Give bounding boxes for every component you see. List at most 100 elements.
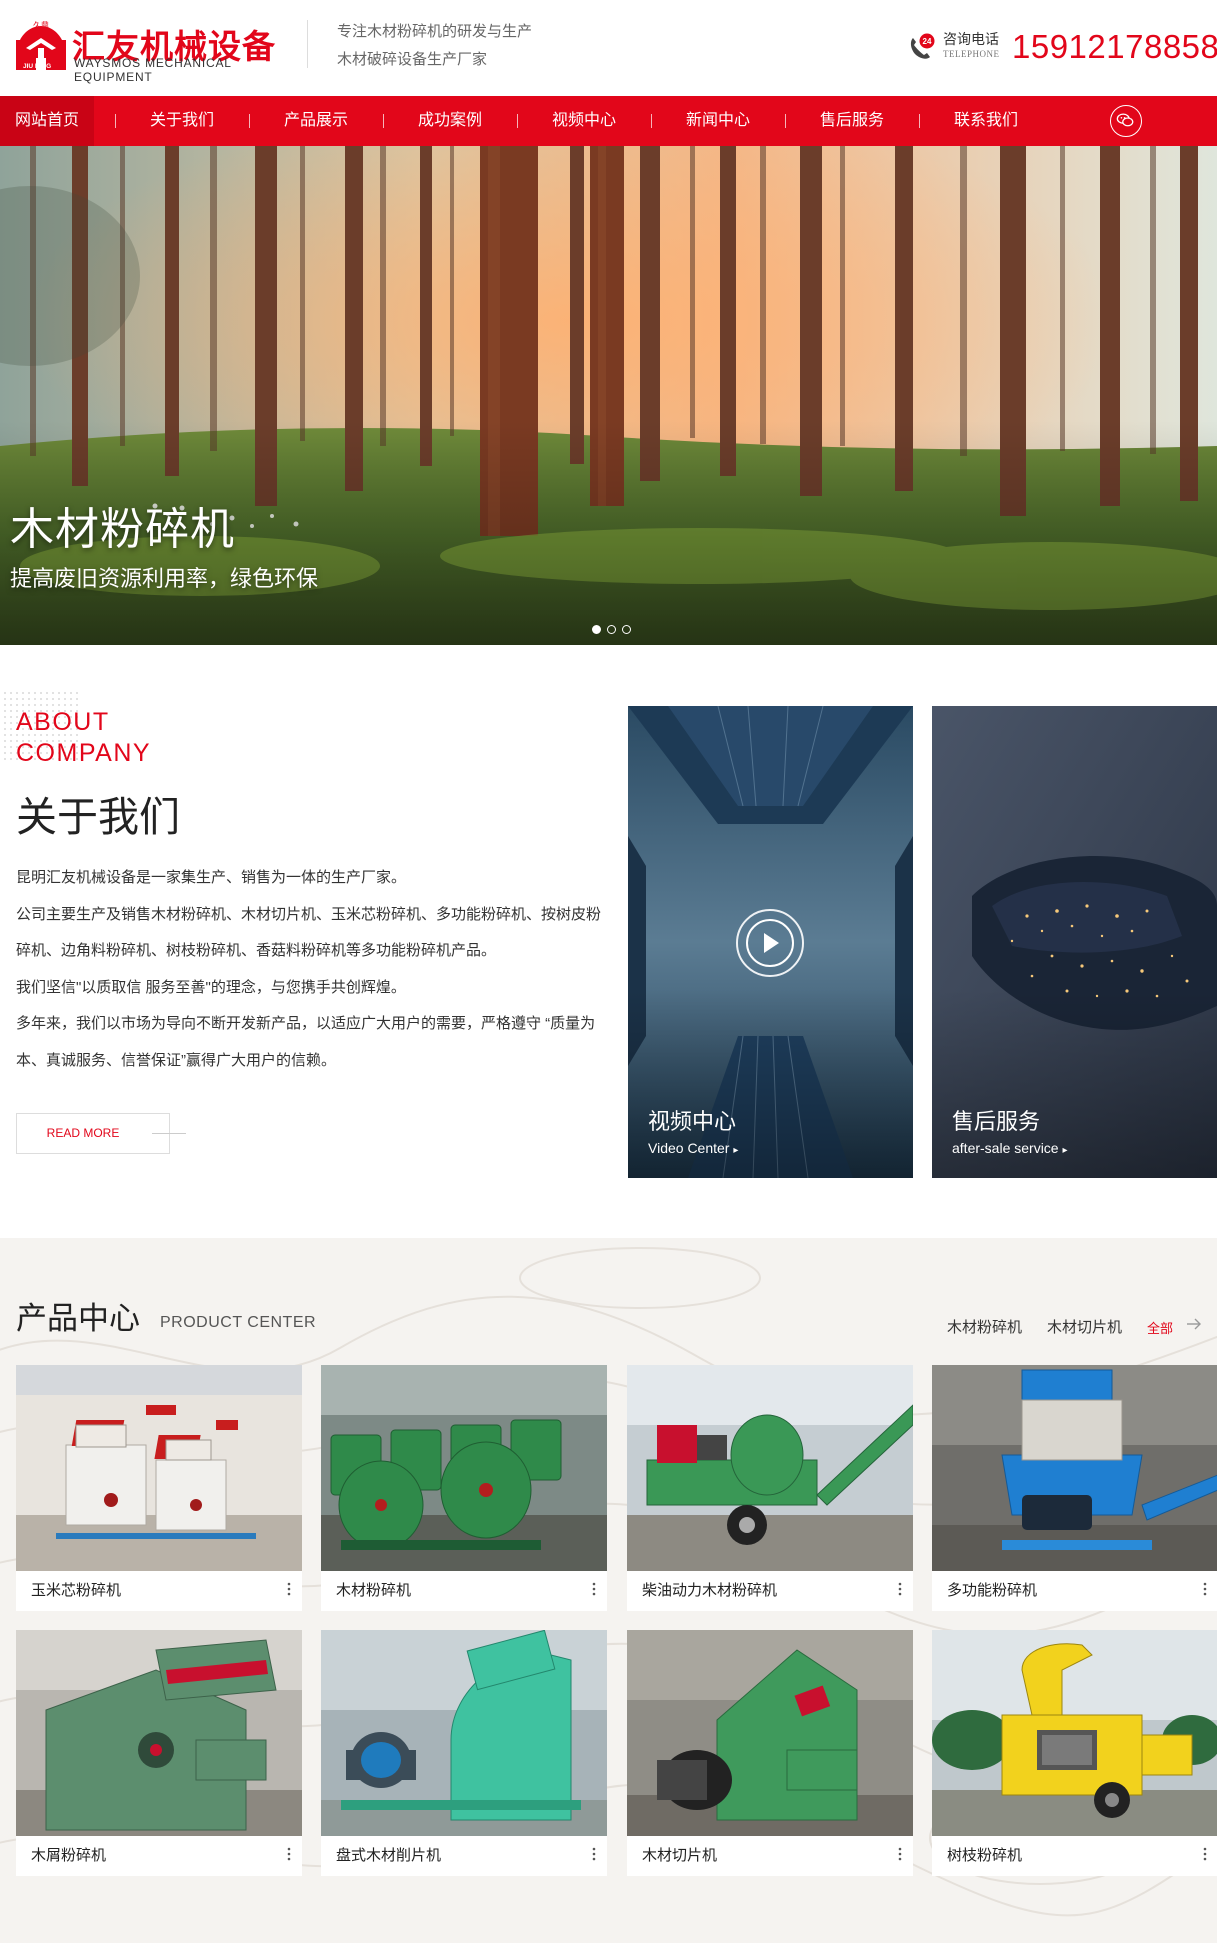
product-image [627,1630,913,1836]
about-title: 关于我们 [16,794,180,840]
product-card[interactable]: 木材粉碎机 [321,1365,607,1611]
hotline-number[interactable]: 15912178858 [1012,28,1217,66]
nav-item-news[interactable]: 新闻中心 [670,96,766,146]
read-more-line [152,1133,186,1134]
banner-pagination [592,625,634,637]
hotline-sublabel: TELEPHONE [943,49,1000,59]
after-sale-title: 售后服务 [952,1109,1041,1134]
product-card[interactable]: 多功能粉碎机 [932,1365,1217,1611]
product-center-section: 产品中心 PRODUCT CENTER 木材粉碎机 木材切片机 全部 玉米芯粉碎… [0,1238,1217,1943]
product-center-subtitle: PRODUCT CENTER [160,1314,317,1331]
slogan-line-1: 专注木材粉碎机的研发与生产 [337,23,533,40]
about-paragraph: 公司主要生产及销售木材粉碎机、木材切片机、玉米芯粉碎机、多功能粉碎机、按树皮粉碎… [16,905,602,960]
nav-item-video[interactable]: 视频中心 [536,96,632,146]
video-center-tile[interactable]: 视频中心 Video Center ▸ [628,706,913,1178]
more-options-icon[interactable] [591,1581,597,1597]
product-tab-wood-crusher[interactable]: 木材粉碎机 [947,1316,1022,1337]
read-more-button[interactable]: READ MORE [16,1113,170,1154]
logo-badge-bottom: JIU DING [23,63,51,70]
banner-dot-1[interactable] [592,625,601,634]
nav-item-about[interactable]: 关于我们 [134,96,230,146]
banner-title: 木材粉碎机 [10,505,235,554]
hero-banner[interactable]: 木材粉碎机 提高废旧资源利用率，绿色环保 [0,146,1217,645]
nav-separator [919,114,920,128]
product-card[interactable]: 柴油动力木材粉碎机 [627,1365,913,1611]
about-en-line-1: ABOUT [16,708,110,736]
more-options-icon[interactable] [286,1581,292,1597]
product-name: 柴油动力木材粉碎机 [642,1582,778,1599]
more-options-icon[interactable] [591,1846,597,1862]
nav-item-home[interactable]: 网站首页 [0,96,94,146]
nav-item-cases[interactable]: 成功案例 [402,96,498,146]
main-nav: 网站首页 关于我们 产品展示 成功案例 视频中心 新闻中心 售后服务 联系我们 [0,96,1217,146]
more-options-icon[interactable] [1202,1846,1208,1862]
nav-item-service[interactable]: 售后服务 [804,96,900,146]
product-name: 树枝粉碎机 [947,1847,1023,1864]
product-tab-all[interactable]: 全部 [1147,1318,1173,1337]
hotline-label: 咨询电话 [943,31,999,47]
product-name: 玉米芯粉碎机 [31,1582,122,1599]
product-image [932,1630,1217,1836]
product-name: 木材切片机 [642,1847,718,1864]
nav-item-products[interactable]: 产品展示 [268,96,364,146]
about-en-line-2: COMPANY [16,739,152,767]
header-divider [307,20,308,68]
about-paragraph: 昆明汇友机械设备是一家集生产、销售为一体的生产厂家。 [16,869,407,886]
site-logo[interactable]: 久鼎 JIU DING 汇友机械设备 WAYSMOS MECHANICAL EQ… [14,18,280,84]
nav-separator [115,114,116,128]
wechat-icon[interactable] [1110,105,1142,137]
more-options-icon[interactable] [1202,1581,1208,1597]
product-name: 多功能粉碎机 [947,1582,1038,1599]
product-image [321,1630,607,1836]
about-english-heading: ABOUT COMPANY [16,707,151,769]
about-description: 昆明汇友机械设备是一家集生产、销售为一体的生产厂家。 公司主要生产及销售木材粉碎… [16,860,606,1079]
product-card[interactable]: 玉米芯粉碎机 [16,1365,302,1611]
product-name: 盘式木材削片机 [336,1847,442,1864]
logo-badge-top: 久鼎 [33,20,49,30]
video-center-title: 视频中心 [648,1109,737,1134]
logo-mark-icon: 久鼎 JIU DING [14,18,68,72]
product-tab-wood-chipper[interactable]: 木材切片机 [1047,1316,1122,1337]
video-center-subtitle-text: Video Center [648,1140,730,1156]
banner-dot-3[interactable] [622,625,631,634]
product-image [321,1365,607,1571]
nav-separator [249,114,250,128]
more-options-icon[interactable] [897,1846,903,1862]
product-image [16,1630,302,1836]
caret-right-icon: ▸ [1062,1145,1068,1156]
after-sale-tile[interactable]: 售后服务 after-sale service ▸ [932,706,1217,1178]
product-image [932,1365,1217,1571]
after-sale-subtitle: after-sale service ▸ [952,1140,1068,1156]
banner-subtitle: 提高废旧资源利用率，绿色环保 [10,566,319,591]
nav-item-contact[interactable]: 联系我们 [938,96,1034,146]
product-card[interactable]: 木材切片机 [627,1630,913,1876]
logo-subtitle: WAYSMOS MECHANICAL EQUIPMENT [74,56,232,84]
product-center-title: 产品中心 [16,1301,140,1336]
header-slogan: 专注木材粉碎机的研发与生产 木材破碎设备生产厂家 [337,18,532,74]
banner-dot-2[interactable] [607,625,616,634]
nav-separator [785,114,786,128]
after-sale-subtitle-text: after-sale service [952,1140,1059,1156]
more-options-icon[interactable] [897,1581,903,1597]
video-center-subtitle: Video Center ▸ [648,1140,738,1156]
more-options-icon[interactable] [286,1846,292,1862]
nav-separator [517,114,518,128]
slogan-line-2: 木材破碎设备生产厂家 [337,51,488,68]
about-paragraph: 多年来，我们以市场为导向不断开发新产品，以适应广大用户的需要，严格遵守 “质量为… [16,1015,596,1069]
product-card[interactable]: 木屑粉碎机 [16,1630,302,1876]
about-paragraph: 我们坚信"以质取信 服务至善"的理念，与您携手共创辉煌。 [16,978,406,996]
nav-separator [651,114,652,128]
product-name: 木屑粉碎机 [31,1847,107,1864]
phone-24h-icon: 24 [910,33,935,59]
hotline: 24 咨询电话 TELEPHONE 15912178858 [907,28,1217,68]
product-card[interactable]: 盘式木材削片机 [321,1630,607,1876]
caret-right-icon: ▸ [733,1145,739,1156]
site-header: 久鼎 JIU DING 汇友机械设备 WAYSMOS MECHANICAL EQ… [0,0,1217,96]
hotline-badge: 24 [923,37,932,46]
product-name: 木材粉碎机 [336,1582,412,1599]
product-card[interactable]: 树枝粉碎机 [932,1630,1217,1876]
product-image [16,1365,302,1571]
arrow-right-icon[interactable] [1183,1313,1205,1335]
product-image [627,1365,913,1571]
nav-separator [383,114,384,128]
